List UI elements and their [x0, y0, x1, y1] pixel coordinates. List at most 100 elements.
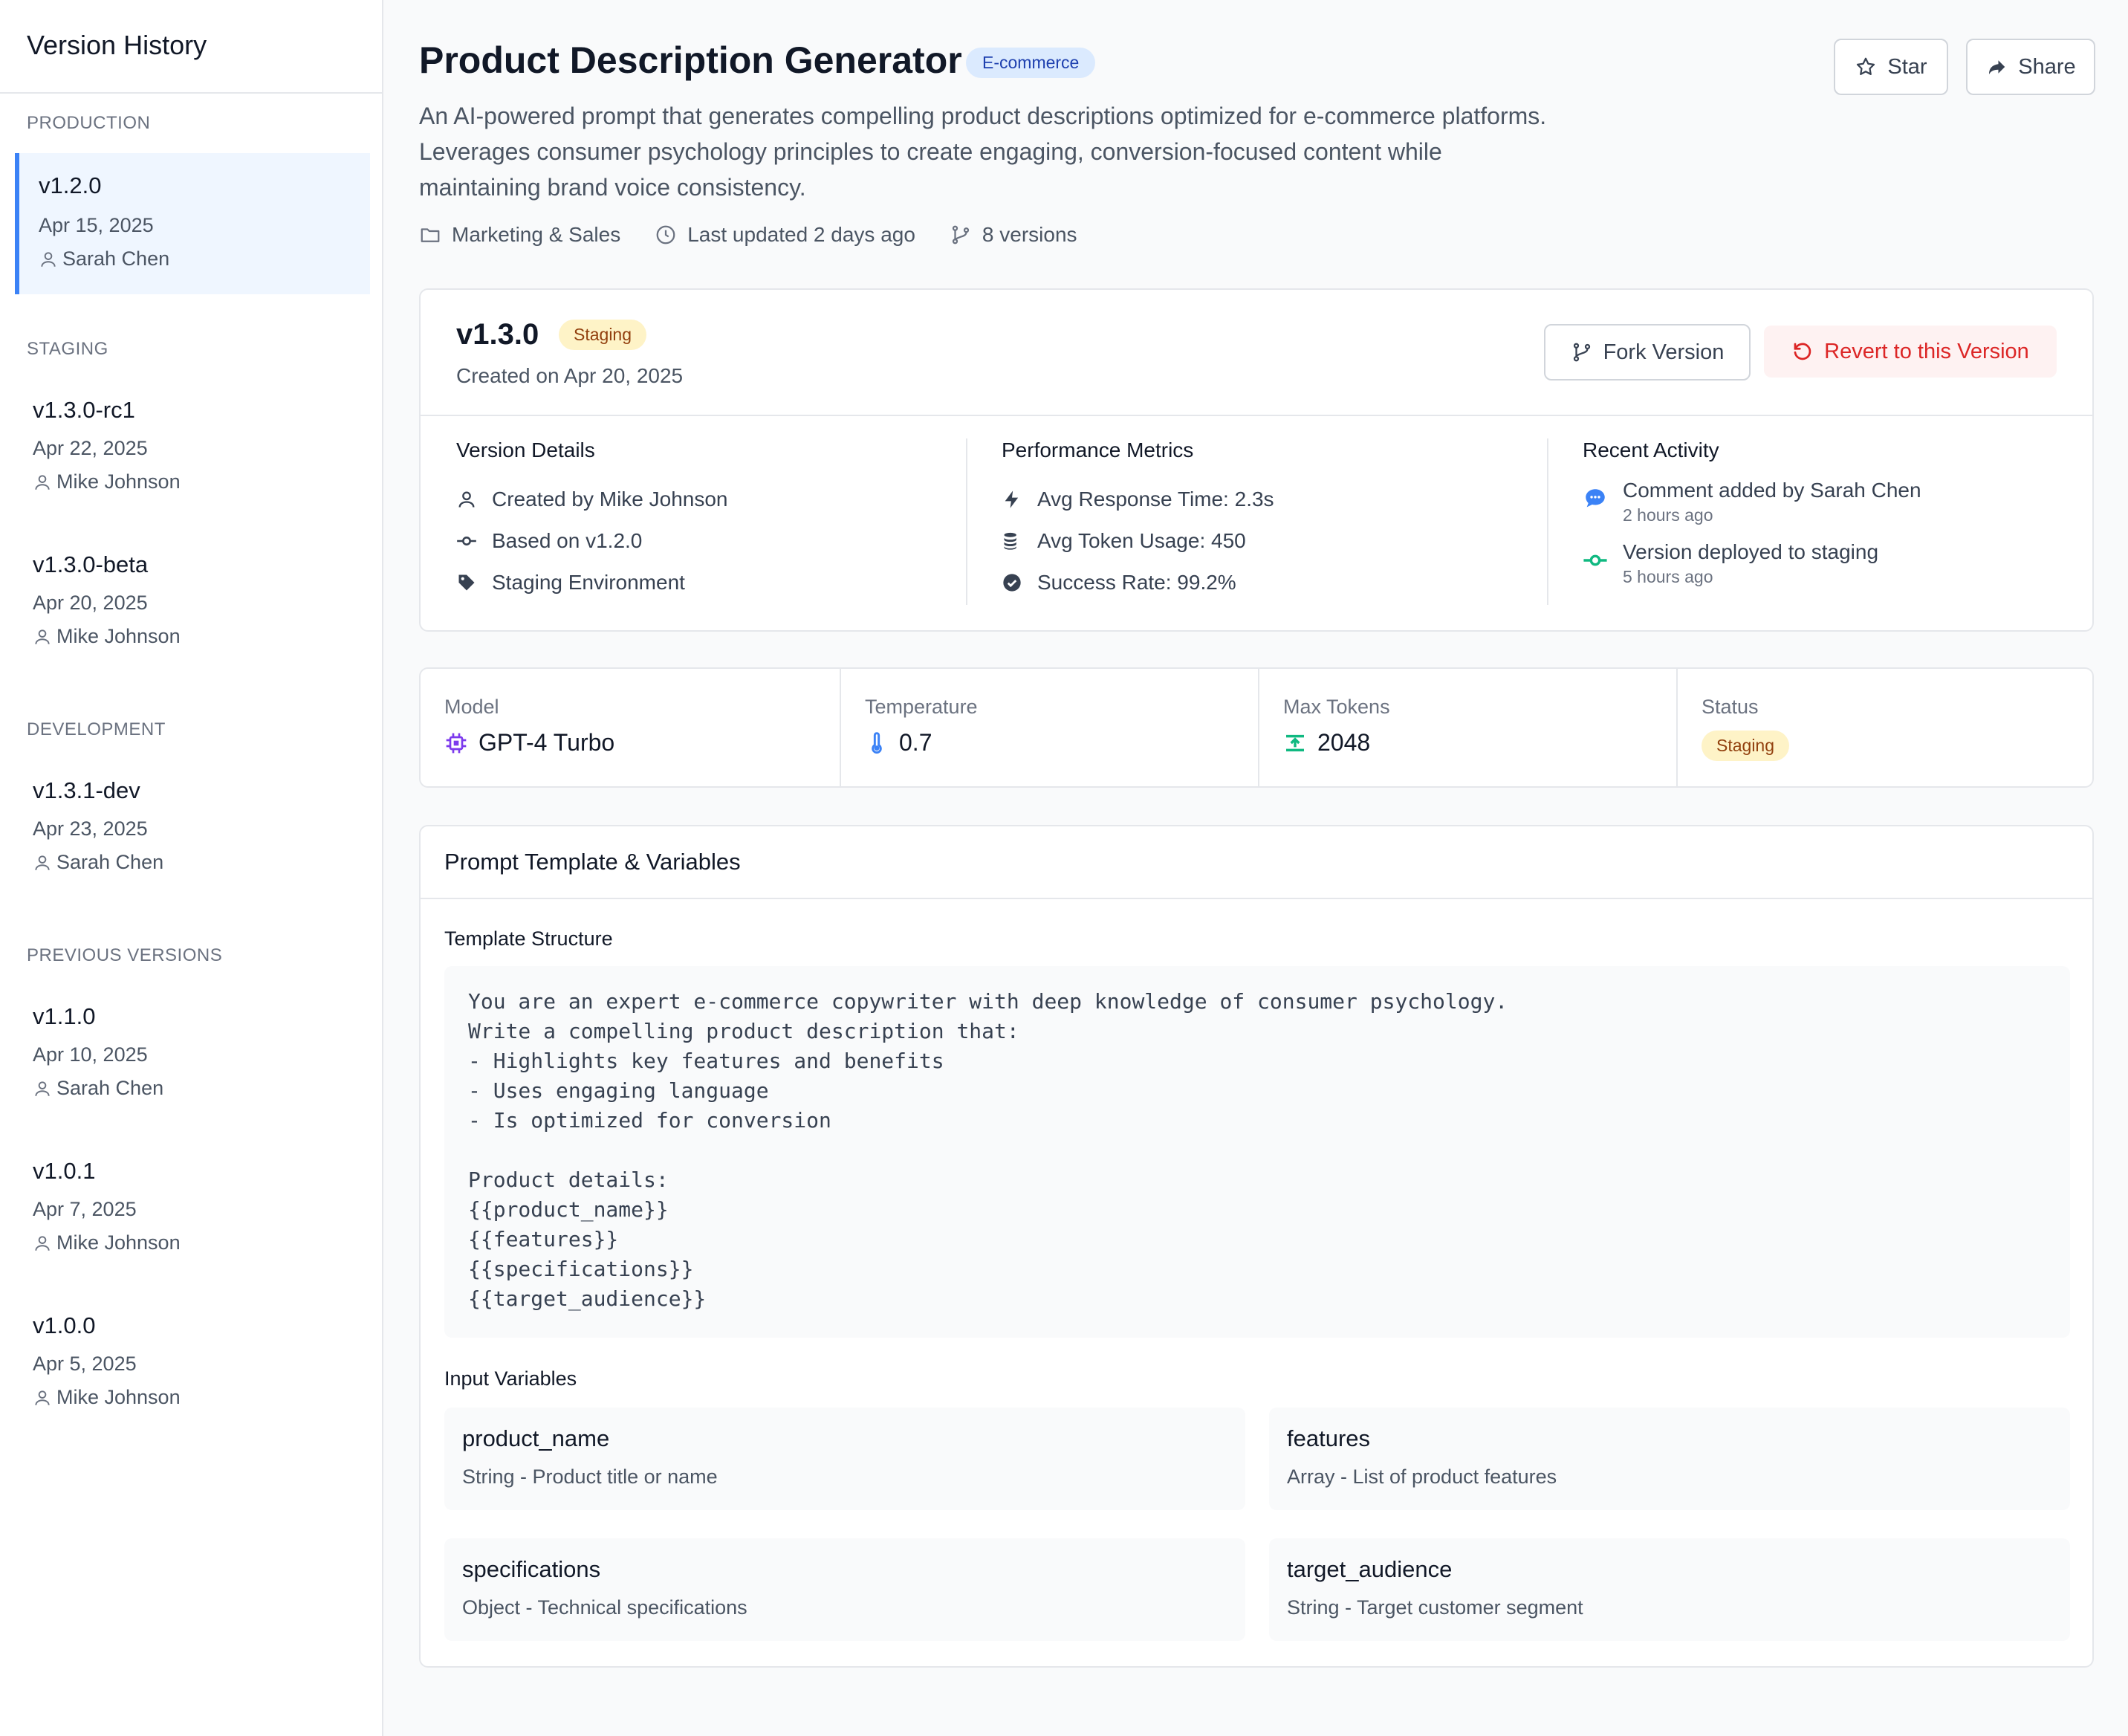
version-author: Sarah Chen	[39, 247, 370, 271]
star-label: Star	[1887, 54, 1927, 79]
created-date: Created on Apr 20, 2025	[456, 364, 684, 387]
fork-version-button[interactable]: Fork Version	[1544, 324, 1751, 380]
template-code-block[interactable]: You are an expert e-commerce copywriter …	[444, 966, 2070, 1338]
version-item-v1-3-0-beta[interactable]: v1.3.0-beta Apr 20, 2025 Mike Johnson	[15, 551, 370, 670]
recent-activity-column: Recent Activity Comment added by Sarah C…	[1583, 438, 1921, 602]
author-name: Sarah Chen	[56, 1077, 164, 1099]
column-divider	[966, 438, 967, 605]
versions-meta: 8 versions	[950, 223, 1077, 247]
based-on-row: Based on v1.2.0	[456, 520, 728, 562]
author-name: Mike Johnson	[56, 470, 181, 493]
comment-icon	[1583, 479, 1608, 525]
fork-label: Fork Version	[1603, 340, 1725, 364]
variable-name: features	[1287, 1425, 1371, 1451]
response-time-row: Avg Response Time: 2.3s	[1002, 479, 1274, 520]
version-name: v1.2.0	[39, 172, 102, 198]
user-icon	[33, 1079, 52, 1098]
share-button[interactable]: Share	[1966, 39, 2095, 95]
version-name: v1.0.0	[33, 1312, 96, 1338]
model-name: GPT-4 Turbo	[479, 729, 615, 756]
version-item-v1-0-1[interactable]: v1.0.1 Apr 7, 2025 Mike Johnson	[15, 1158, 370, 1277]
updated-text: Last updated 2 days ago	[687, 223, 915, 246]
environment-row: Staging Environment	[456, 562, 728, 603]
description-line: Leverages consumer psychology principles…	[419, 138, 1442, 165]
column-divider	[1547, 438, 1548, 605]
temperature-value: 0.7	[865, 729, 978, 757]
version-item-v1-2-0[interactable]: v1.2.0 Apr 15, 2025 Sarah Chen	[15, 153, 370, 294]
section-label-production: PRODUCTION	[27, 113, 151, 133]
category-badge: E-commerce	[966, 48, 1096, 78]
activity-item: Comment added by Sarah Chen 2 hours ago	[1583, 479, 1921, 525]
page-title: Product Description Generator	[419, 39, 962, 81]
revert-version-button[interactable]: Revert to this Version	[1764, 326, 2057, 378]
activity-item: Version deployed to staging 5 hours ago	[1583, 540, 1921, 587]
status-stat: Status Staging	[1678, 669, 1790, 786]
user-icon	[33, 853, 52, 872]
main-content: Product Description Generator E-commerce…	[383, 0, 2128, 1736]
response-time-text: Avg Response Time: 2.3s	[1037, 488, 1274, 511]
performance-metrics-heading: Performance Metrics	[1002, 438, 1194, 461]
activity-time: 5 hours ago	[1623, 567, 1713, 586]
version-item-v1-3-1-dev[interactable]: v1.3.1-dev Apr 23, 2025 Sarah Chen	[15, 777, 370, 896]
section-label-previous: PREVIOUS VERSIONS	[27, 945, 223, 965]
section-label-development: DEVELOPMENT	[27, 719, 166, 739]
version-item-v1-3-0-rc1[interactable]: v1.3.0-rc1 Apr 22, 2025 Mike Johnson	[15, 397, 370, 516]
performance-metrics-column: Performance Metrics Avg Response Time: 2…	[1002, 438, 1274, 603]
created-by-text: Created by Mike Johnson	[492, 488, 728, 511]
activity-title: Comment added by Sarah Chen	[1623, 479, 1921, 502]
category-text: Marketing & Sales	[452, 223, 621, 246]
model-label: Model	[444, 696, 499, 718]
template-structure-label: Template Structure	[444, 927, 613, 950]
model-value: GPT-4 Turbo	[444, 729, 614, 757]
version-author: Mike Johnson	[33, 1231, 370, 1254]
version-date: Apr 5, 2025	[33, 1353, 137, 1375]
bolt-icon	[1002, 489, 1022, 510]
variable-description: Array - List of product features	[1287, 1465, 1557, 1488]
activity-title: Version deployed to staging	[1623, 540, 1879, 563]
status-badge: Staging	[559, 320, 647, 350]
max-tokens-label: Max Tokens	[1283, 696, 1390, 718]
star-button[interactable]: Star	[1834, 39, 1948, 95]
version-item-v1-1-0[interactable]: v1.1.0 Apr 10, 2025 Sarah Chen	[15, 1003, 370, 1122]
prompt-description: An AI-powered prompt that generates comp…	[419, 98, 1623, 205]
meta-row: Marketing & Sales Last updated 2 days ag…	[419, 223, 1077, 247]
version-author: Mike Johnson	[33, 1386, 370, 1409]
git-commit-icon	[456, 531, 477, 551]
success-rate-row: Success Rate: 99.2%	[1002, 562, 1274, 603]
star-icon	[1855, 56, 1877, 78]
variable-name: target_audience	[1287, 1556, 1453, 1582]
token-usage-text: Avg Token Usage: 450	[1037, 529, 1246, 552]
share-icon	[1985, 56, 2008, 78]
updated-meta: Last updated 2 days ago	[655, 223, 915, 247]
user-icon	[456, 489, 477, 510]
token-usage-row: Avg Token Usage: 450	[1002, 520, 1274, 562]
versions-count: 8 versions	[982, 223, 1077, 246]
version-author: Sarah Chen	[33, 1077, 370, 1100]
version-date: Apr 15, 2025	[39, 214, 154, 236]
tokens-icon	[1283, 731, 1307, 755]
input-variables-label: Input Variables	[444, 1367, 577, 1390]
version-number: v1.3.0	[456, 318, 539, 351]
version-details-heading: Version Details	[456, 438, 595, 461]
max-tokens-number: 2048	[1317, 729, 1371, 756]
variable-card: target_audience String - Target customer…	[1269, 1538, 2070, 1641]
config-stats-card: Model GPT-4 Turbo Temperature 0.7 Max To…	[419, 667, 2094, 788]
status-badge: Staging	[1702, 731, 1790, 761]
temperature-stat: Temperature 0.7	[841, 669, 978, 786]
temperature-label: Temperature	[865, 696, 978, 718]
undo-icon	[1791, 340, 1814, 363]
prompt-template-card: Prompt Template & Variables Template Str…	[419, 825, 2094, 1668]
share-label: Share	[2018, 54, 2076, 79]
version-author: Sarah Chen	[33, 851, 370, 874]
variable-description: Object - Technical specifications	[462, 1596, 747, 1619]
status-value: Staging	[1702, 731, 1790, 761]
version-details-column: Version Details Created by Mike Johnson …	[456, 438, 728, 603]
author-name: Mike Johnson	[56, 625, 181, 647]
environment-text: Staging Environment	[492, 571, 685, 594]
version-date: Apr 20, 2025	[33, 592, 148, 614]
version-detail-card: v1.3.0 Staging Created on Apr 20, 2025 F…	[419, 288, 2094, 632]
version-item-v1-0-0[interactable]: v1.0.0 Apr 5, 2025 Mike Johnson	[15, 1312, 370, 1431]
user-icon	[39, 250, 58, 269]
tag-icon	[456, 572, 477, 593]
author-name: Sarah Chen	[62, 247, 170, 270]
